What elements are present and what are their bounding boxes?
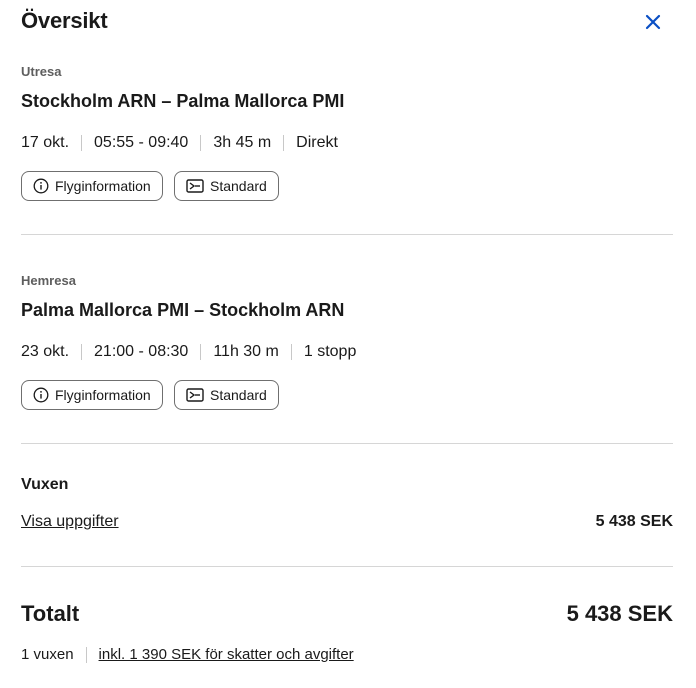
divider [21,234,673,235]
inbound-fare-button[interactable]: Standard [174,380,279,410]
inbound-time: 21:00 - 08:30 [94,343,189,360]
inbound-meta: 23 okt. 21:00 - 08:30 11h 30 m 1 stopp [21,343,356,361]
inbound-date: 23 okt. [21,343,70,360]
separator [200,344,202,360]
outbound-stops: Direkt [296,134,338,151]
separator [290,344,292,360]
outbound-flight-info-label: Flyginformation [55,178,151,194]
flight-overview-panel: Översikt Utresa Stockholm ARN – Palma Ma… [0,0,696,688]
panel-title: Översikt [21,8,108,33]
separator [200,135,202,151]
details-link[interactable]: Visa uppgifter [21,513,119,531]
outbound-flight-info-button[interactable]: Flyginformation [21,171,163,201]
outbound-time: 05:55 - 09:40 [94,134,189,151]
inbound-flight-info-label: Flyginformation [55,387,151,403]
close-button[interactable] [641,10,665,34]
ticket-icon [186,388,204,402]
ticket-icon [186,179,204,193]
outbound-route: Stockholm ARN – Palma Mallorca PMI [21,91,345,111]
traveller-count: 1 vuxen [21,646,74,663]
divider [21,443,673,444]
inbound-fare-label: Standard [210,387,267,403]
outbound-meta: 17 okt. 05:55 - 09:40 3h 45 m Direkt [21,134,338,152]
passenger-type: Vuxen [21,476,69,493]
divider [21,566,673,567]
passenger-price: 5 438 SEK [595,513,673,530]
outbound-duration: 3h 45 m [213,134,272,151]
inbound-flight-info-button[interactable]: Flyginformation [21,380,163,410]
info-icon [33,387,49,403]
separator [81,344,83,360]
outbound-label: Utresa [21,64,62,79]
inbound-duration: 11h 30 m [213,343,279,360]
total-footer: 1 vuxen inkl. 1 390 SEK för skatter och … [21,646,354,663]
outbound-fare-label: Standard [210,178,267,194]
total-label: Totalt [21,601,80,626]
separator [81,135,83,151]
inbound-stops: 1 stopp [303,343,357,360]
inbound-route: Palma Mallorca PMI – Stockholm ARN [21,300,345,320]
info-icon [33,178,49,194]
outbound-date: 17 okt. [21,134,70,151]
taxes-link[interactable]: inkl. 1 390 SEK för skatter och avgifter [99,646,354,663]
separator [85,646,87,663]
close-icon [645,14,661,30]
inbound-label: Hemresa [21,273,76,288]
outbound-fare-button[interactable]: Standard [174,171,279,201]
separator [283,135,285,151]
total-price: 5 438 SEK [566,601,673,626]
